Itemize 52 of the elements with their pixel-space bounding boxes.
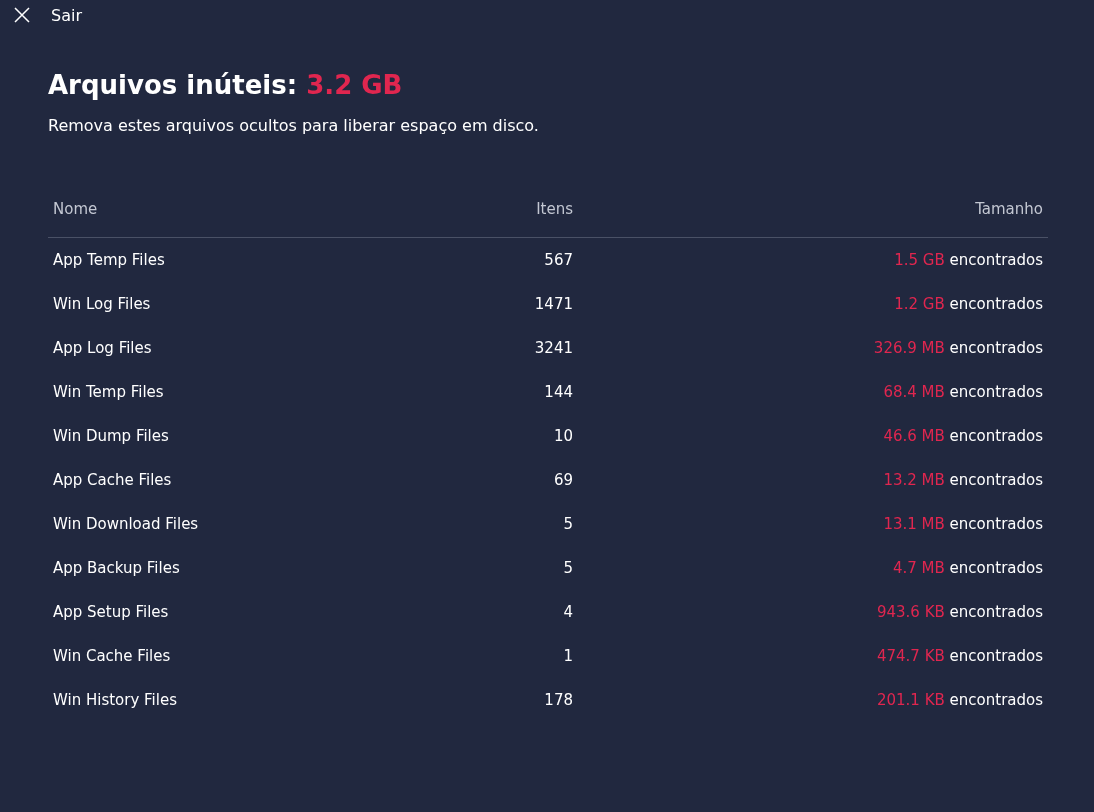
total-size: 3.2 GB — [306, 70, 403, 100]
file-type-name: Win Download Files — [53, 515, 199, 533]
file-type-name: App Cache Files — [53, 471, 172, 489]
item-count: 178 — [544, 691, 573, 709]
found-size: 474.7 KB — [876, 647, 945, 665]
found-size: 1.5 GB — [894, 251, 945, 269]
found-label: encontrados — [949, 647, 1043, 665]
item-count: 5 — [563, 515, 573, 533]
found-label: encontrados — [949, 383, 1043, 401]
found-size: 201.1 KB — [876, 691, 945, 709]
found-size: 13.1 MB — [883, 515, 945, 533]
item-count: 1 — [563, 647, 573, 665]
item-count: 567 — [544, 251, 573, 269]
found-label: encontrados — [949, 339, 1043, 357]
item-count: 10 — [553, 427, 573, 445]
column-header: Tamanho — [975, 200, 1043, 218]
file-type-name: App Backup Files — [53, 559, 180, 577]
file-type-name: Win Dump Files — [53, 427, 169, 445]
item-count: 3241 — [534, 339, 573, 357]
found-label: encontrados — [949, 427, 1043, 445]
found-label: encontrados — [949, 559, 1043, 577]
file-type-name: Win History Files — [53, 691, 177, 709]
file-type-name: App Setup Files — [53, 603, 169, 621]
column-header: Nome — [53, 200, 98, 218]
close-icon — [14, 7, 30, 23]
file-type-name: Win Temp Files — [53, 383, 164, 401]
file-type-name: Win Cache Files — [53, 647, 171, 665]
found-label: encontrados — [949, 251, 1043, 269]
found-size: 943.6 KB — [876, 603, 945, 621]
file-type-name: App Temp Files — [53, 251, 165, 269]
item-count: 5 — [563, 559, 573, 577]
item-count: 69 — [553, 471, 573, 489]
found-label: encontrados — [949, 515, 1043, 533]
item-count: 4 — [563, 603, 573, 621]
found-size: 13.2 MB — [883, 471, 945, 489]
page-subtitle: Remova estes arquivos ocultos para liberar espaço em disco. — [48, 116, 540, 135]
found-size: 46.6 MB — [883, 427, 945, 445]
found-label: encontrados — [949, 471, 1043, 489]
file-type-name: App Log Files — [53, 339, 152, 357]
item-count: 1471 — [534, 295, 573, 313]
exit-button[interactable]: Sair — [14, 5, 82, 25]
page-title: Arquivos inúteis: — [48, 70, 298, 100]
found-label: encontrados — [949, 691, 1043, 709]
found-label: encontrados — [949, 603, 1043, 621]
found-label: encontrados — [949, 295, 1043, 313]
found-size: 68.4 MB — [883, 383, 945, 401]
file-type-name: Win Log Files — [53, 295, 151, 313]
item-count: 144 — [544, 383, 573, 401]
found-size: 4.7 MB — [892, 559, 945, 577]
found-size: 326.9 MB — [873, 339, 945, 357]
column-header: Itens — [536, 200, 573, 218]
found-size: 1.2 GB — [894, 295, 945, 313]
